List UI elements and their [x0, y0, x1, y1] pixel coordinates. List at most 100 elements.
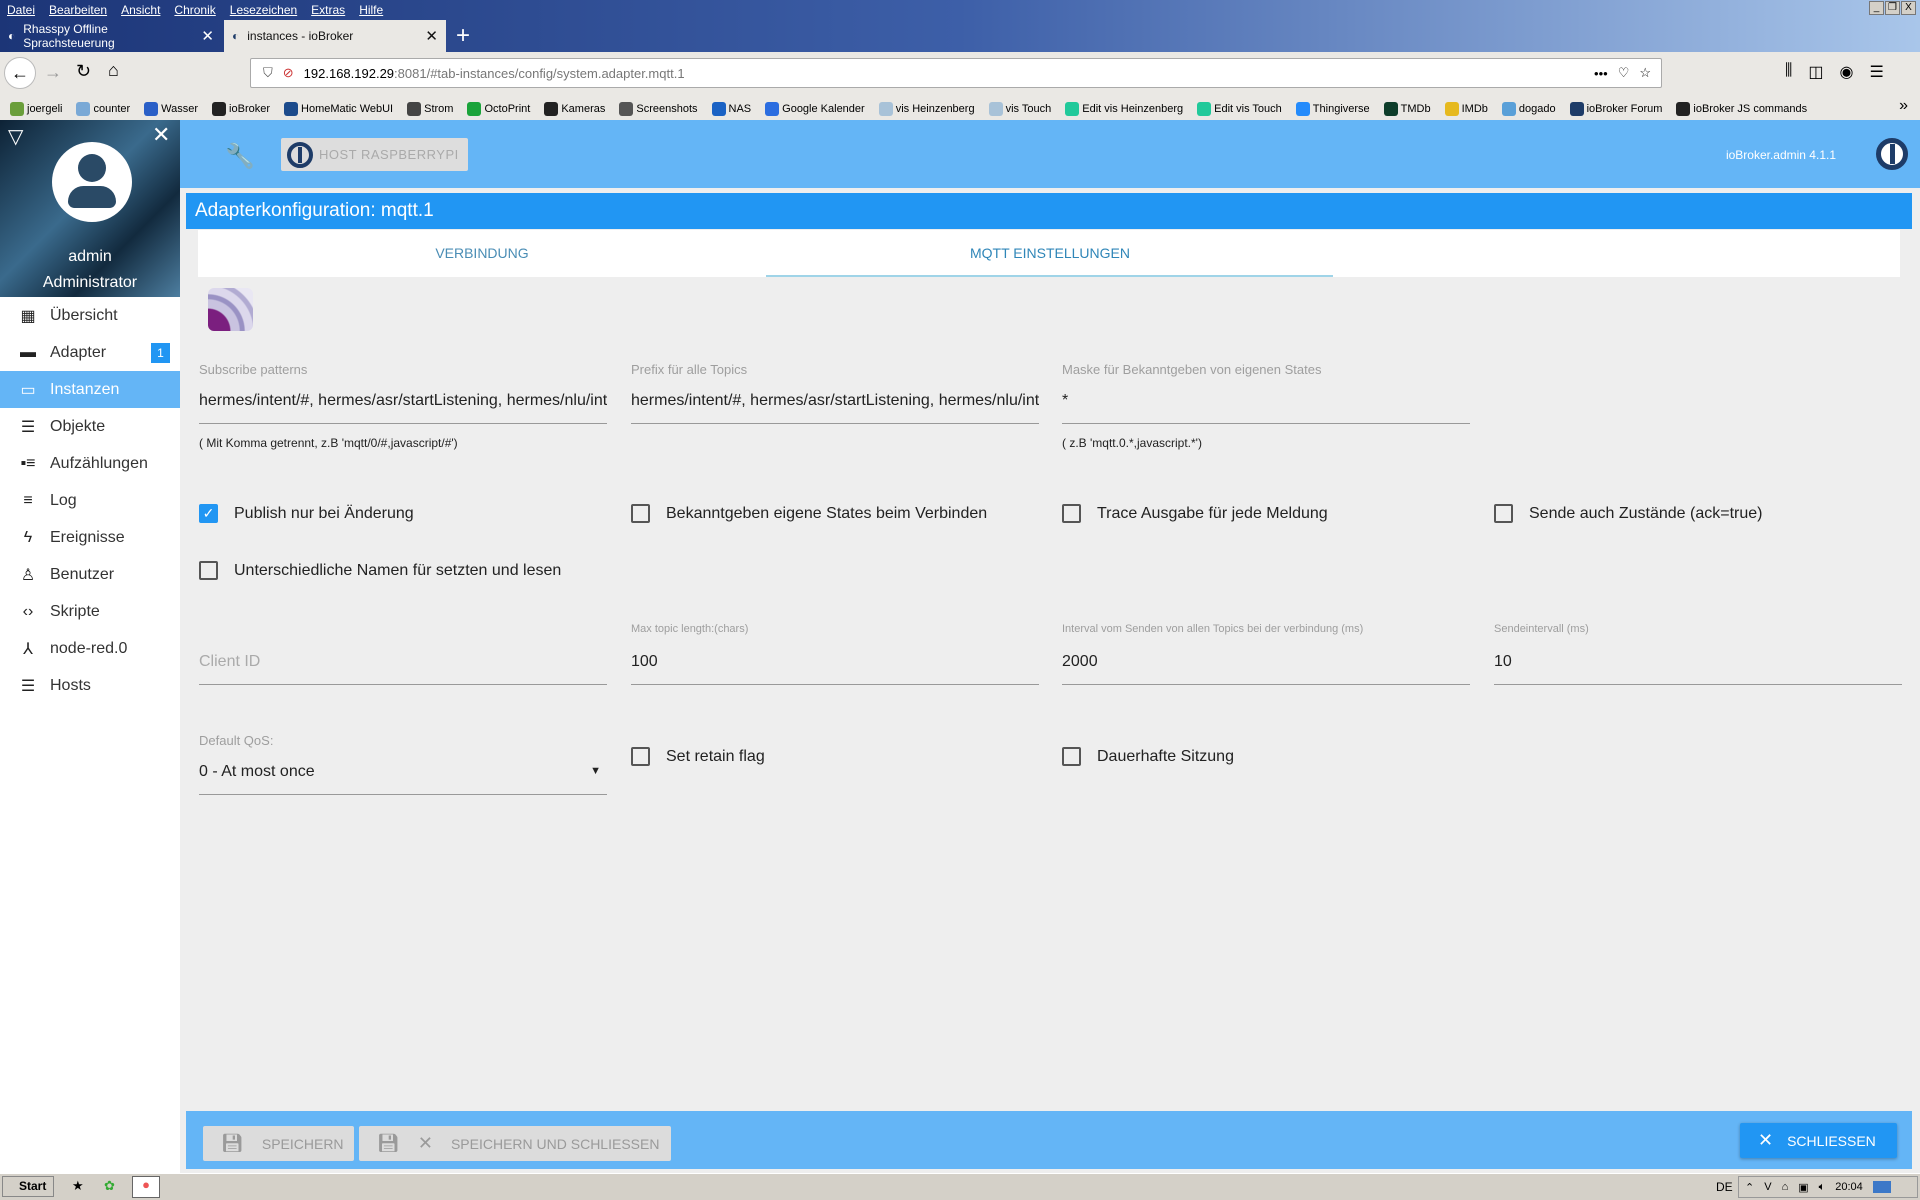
- bookmark-wasser[interactable]: Wasser: [144, 101, 198, 116]
- sidebar-toggle-icon[interactable]: ◫: [1808, 62, 1823, 82]
- restore-button[interactable]: ❐: [1885, 1, 1900, 15]
- max-topic-length-field[interactable]: Max topic length:(chars) 100: [631, 623, 1039, 685]
- close-tab-icon[interactable]: ✕: [201, 27, 214, 45]
- sidebar-item-adapter[interactable]: ▬ Adapter 1: [0, 334, 180, 371]
- menu-ansicht[interactable]: Ansicht: [114, 0, 167, 20]
- firefox-task[interactable]: ●: [132, 1176, 160, 1198]
- sidebar-item-ereignisse[interactable]: ϟ Ereignisse: [0, 519, 180, 556]
- back-button[interactable]: ←: [4, 57, 36, 89]
- trace-checkbox[interactable]: Trace Ausgabe für jede Meldung: [1062, 504, 1328, 523]
- prefix-field[interactable]: Prefix für alle Topics hermes/intent/#, …: [631, 362, 1039, 424]
- reload-button[interactable]: ↻: [76, 61, 91, 82]
- prefix-input[interactable]: hermes/intent/#, hermes/asr/startListeni…: [631, 392, 1039, 424]
- start-button[interactable]: Start: [2, 1176, 54, 1197]
- tab-mqtt-einstellungen[interactable]: MQTT EINSTELLUNGEN: [766, 230, 1334, 277]
- close-tab-icon[interactable]: ✕: [425, 27, 438, 45]
- close-sidebar-icon[interactable]: ✕: [152, 122, 170, 148]
- bookmark-imdb[interactable]: IMDb: [1444, 101, 1488, 116]
- bookmark-screenshots[interactable]: Screenshots: [619, 101, 698, 116]
- account-icon[interactable]: ◉: [1840, 62, 1854, 82]
- browser-tab-instances[interactable]: ◐ instances - ioBroker ✕: [224, 20, 446, 52]
- bookmark-dogado[interactable]: dogado: [1501, 101, 1556, 116]
- menu-datei[interactable]: Datei: [0, 0, 42, 20]
- language-indicator[interactable]: DE: [1716, 1180, 1733, 1194]
- bookmark-edit-vis-heinzenberg[interactable]: Edit vis Heinzenberg: [1065, 101, 1183, 116]
- browser-tab-rhasspy[interactable]: ◐ Rhasspy Offline Sprachsteuerung ✕: [0, 20, 222, 52]
- bookmark-edit-vis-touch[interactable]: Edit vis Touch: [1197, 101, 1282, 116]
- send-interval-field[interactable]: Sendeintervall (ms) 10: [1494, 623, 1902, 685]
- pocket-icon[interactable]: ♡: [1618, 65, 1630, 81]
- menu-hilfe[interactable]: Hilfe: [352, 0, 390, 20]
- sidebar-item-aufz-hlungen[interactable]: ▪≡ Aufzählungen: [0, 445, 180, 482]
- bookmark-kameras[interactable]: Kameras: [544, 101, 605, 116]
- new-tab-button[interactable]: +: [456, 22, 470, 50]
- sidebar-item-log[interactable]: ≡ Log: [0, 482, 180, 519]
- bookmark-strom[interactable]: Strom: [407, 101, 453, 116]
- wrench-icon[interactable]: 🔧: [225, 142, 255, 171]
- show-desktop-icon[interactable]: [1872, 1181, 1891, 1193]
- bookmark-star-icon[interactable]: ☆: [1639, 65, 1651, 81]
- library-icon[interactable]: ⫼: [1785, 62, 1792, 82]
- bookmark-vis-touch[interactable]: vis Touch: [988, 101, 1051, 116]
- bookmark-thingiverse[interactable]: Thingiverse: [1295, 101, 1370, 116]
- host-button[interactable]: HOST RASPBERRYPI: [281, 138, 468, 171]
- interval-all-field[interactable]: Interval vom Senden von allen Topics bei…: [1062, 623, 1470, 685]
- bookmark-octoprint[interactable]: OctoPrint: [467, 101, 530, 116]
- bookmark-tmdb[interactable]: TMDb: [1383, 101, 1431, 116]
- bookmark-google-kalender[interactable]: Google Kalender: [765, 101, 865, 116]
- persistent-session-checkbox[interactable]: Dauerhafte Sitzung: [1062, 747, 1234, 766]
- interval-all-input[interactable]: 2000: [1062, 653, 1470, 685]
- mask-field[interactable]: Maske für Bekanntgeben von eigenen State…: [1062, 362, 1470, 424]
- close-button[interactable]: ✕ SCHLIESSEN: [1740, 1123, 1897, 1158]
- more-bookmarks-icon[interactable]: »: [1899, 97, 1908, 115]
- bookmark-vis-heinzenberg[interactable]: vis Heinzenberg: [878, 101, 975, 116]
- bookmark-counter[interactable]: counter: [76, 101, 130, 116]
- sidebar-item-objekte[interactable]: ☰ Objekte: [0, 408, 180, 445]
- max-topic-length-input[interactable]: 100: [631, 653, 1039, 685]
- bookmark-nas[interactable]: NAS: [711, 101, 751, 116]
- bookmark-iobroker-js-commands[interactable]: ioBroker JS commands: [1676, 101, 1807, 116]
- quicklaunch-icon[interactable]: ★: [72, 1178, 84, 1194]
- default-qos-select[interactable]: Default QoS: 0 - At most once ▼: [199, 733, 607, 795]
- publish-on-change-checkbox[interactable]: ✓ Publish nur bei Änderung: [199, 504, 414, 523]
- mask-input[interactable]: *: [1062, 392, 1470, 424]
- send-ack-checkbox[interactable]: Sende auch Zustände (ack=true): [1494, 504, 1762, 523]
- menu-lesezeichen[interactable]: Lesezeichen: [223, 0, 304, 20]
- menu-bearbeiten[interactable]: Bearbeiten: [42, 0, 114, 20]
- save-button[interactable]: 💾︎ SPEICHERN: [203, 1126, 354, 1161]
- sidebar-item-instanzen[interactable]: ▭ Instanzen: [0, 371, 180, 408]
- hamburger-menu-icon[interactable]: ☰: [1869, 62, 1883, 82]
- sidebar-item-node-red-0[interactable]: ⅄ node-red.0: [0, 630, 180, 667]
- client-id-input[interactable]: Client ID: [199, 653, 607, 685]
- close-window-button[interactable]: X: [1901, 1, 1916, 15]
- tray-app-icon[interactable]: ⌂: [1782, 1181, 1789, 1193]
- subscribe-patterns-field[interactable]: Subscribe patterns hermes/intent/#, herm…: [199, 362, 607, 424]
- retain-checkbox[interactable]: Set retain flag: [631, 747, 765, 766]
- tray-app-icon[interactable]: V: [1764, 1181, 1771, 1193]
- menu-extras[interactable]: Extras: [304, 0, 352, 20]
- tray-expand-icon[interactable]: ⌃: [1745, 1181, 1754, 1194]
- different-names-checkbox[interactable]: Unterschiedliche Namen für setzten und l…: [199, 561, 561, 580]
- subscribe-patterns-input[interactable]: hermes/intent/#, hermes/asr/startListeni…: [199, 392, 607, 424]
- bookmark-iobroker-forum[interactable]: ioBroker Forum: [1569, 101, 1662, 116]
- forward-button[interactable]: →: [44, 62, 62, 83]
- tab-verbindung[interactable]: VERBINDUNG: [198, 230, 766, 277]
- send-interval-input[interactable]: 10: [1494, 653, 1902, 685]
- bookmark-homematic-webui[interactable]: HomeMatic WebUI: [284, 101, 393, 116]
- collapse-triangle-icon[interactable]: ▽: [8, 124, 23, 149]
- sidebar-item-benutzer[interactable]: ♙ Benutzer: [0, 556, 180, 593]
- page-actions-icon[interactable]: •••: [1594, 66, 1608, 81]
- bookmark-joergeli[interactable]: joergeli: [10, 101, 62, 116]
- client-id-field[interactable]: Client ID: [199, 623, 607, 685]
- bookmark-iobroker[interactable]: ioBroker: [212, 101, 270, 116]
- quicklaunch-icon[interactable]: ✿: [104, 1178, 115, 1194]
- menu-chronik[interactable]: Chronik: [167, 0, 222, 20]
- announce-on-connect-checkbox[interactable]: Bekanntgeben eigene States beim Verbinde…: [631, 504, 987, 523]
- minimize-button[interactable]: _: [1869, 1, 1884, 15]
- sidebar-item-skripte[interactable]: ‹› Skripte: [0, 593, 180, 630]
- home-button[interactable]: ⌂: [108, 60, 119, 81]
- network-icon[interactable]: ▣: [1798, 1181, 1808, 1194]
- save-and-close-button[interactable]: 💾︎ ✕ SPEICHERN UND SCHLIESSEN: [359, 1126, 671, 1161]
- sidebar-item--bersicht[interactable]: ▦ Übersicht: [0, 297, 180, 334]
- volume-icon[interactable]: 🔈︎: [1819, 1181, 1826, 1194]
